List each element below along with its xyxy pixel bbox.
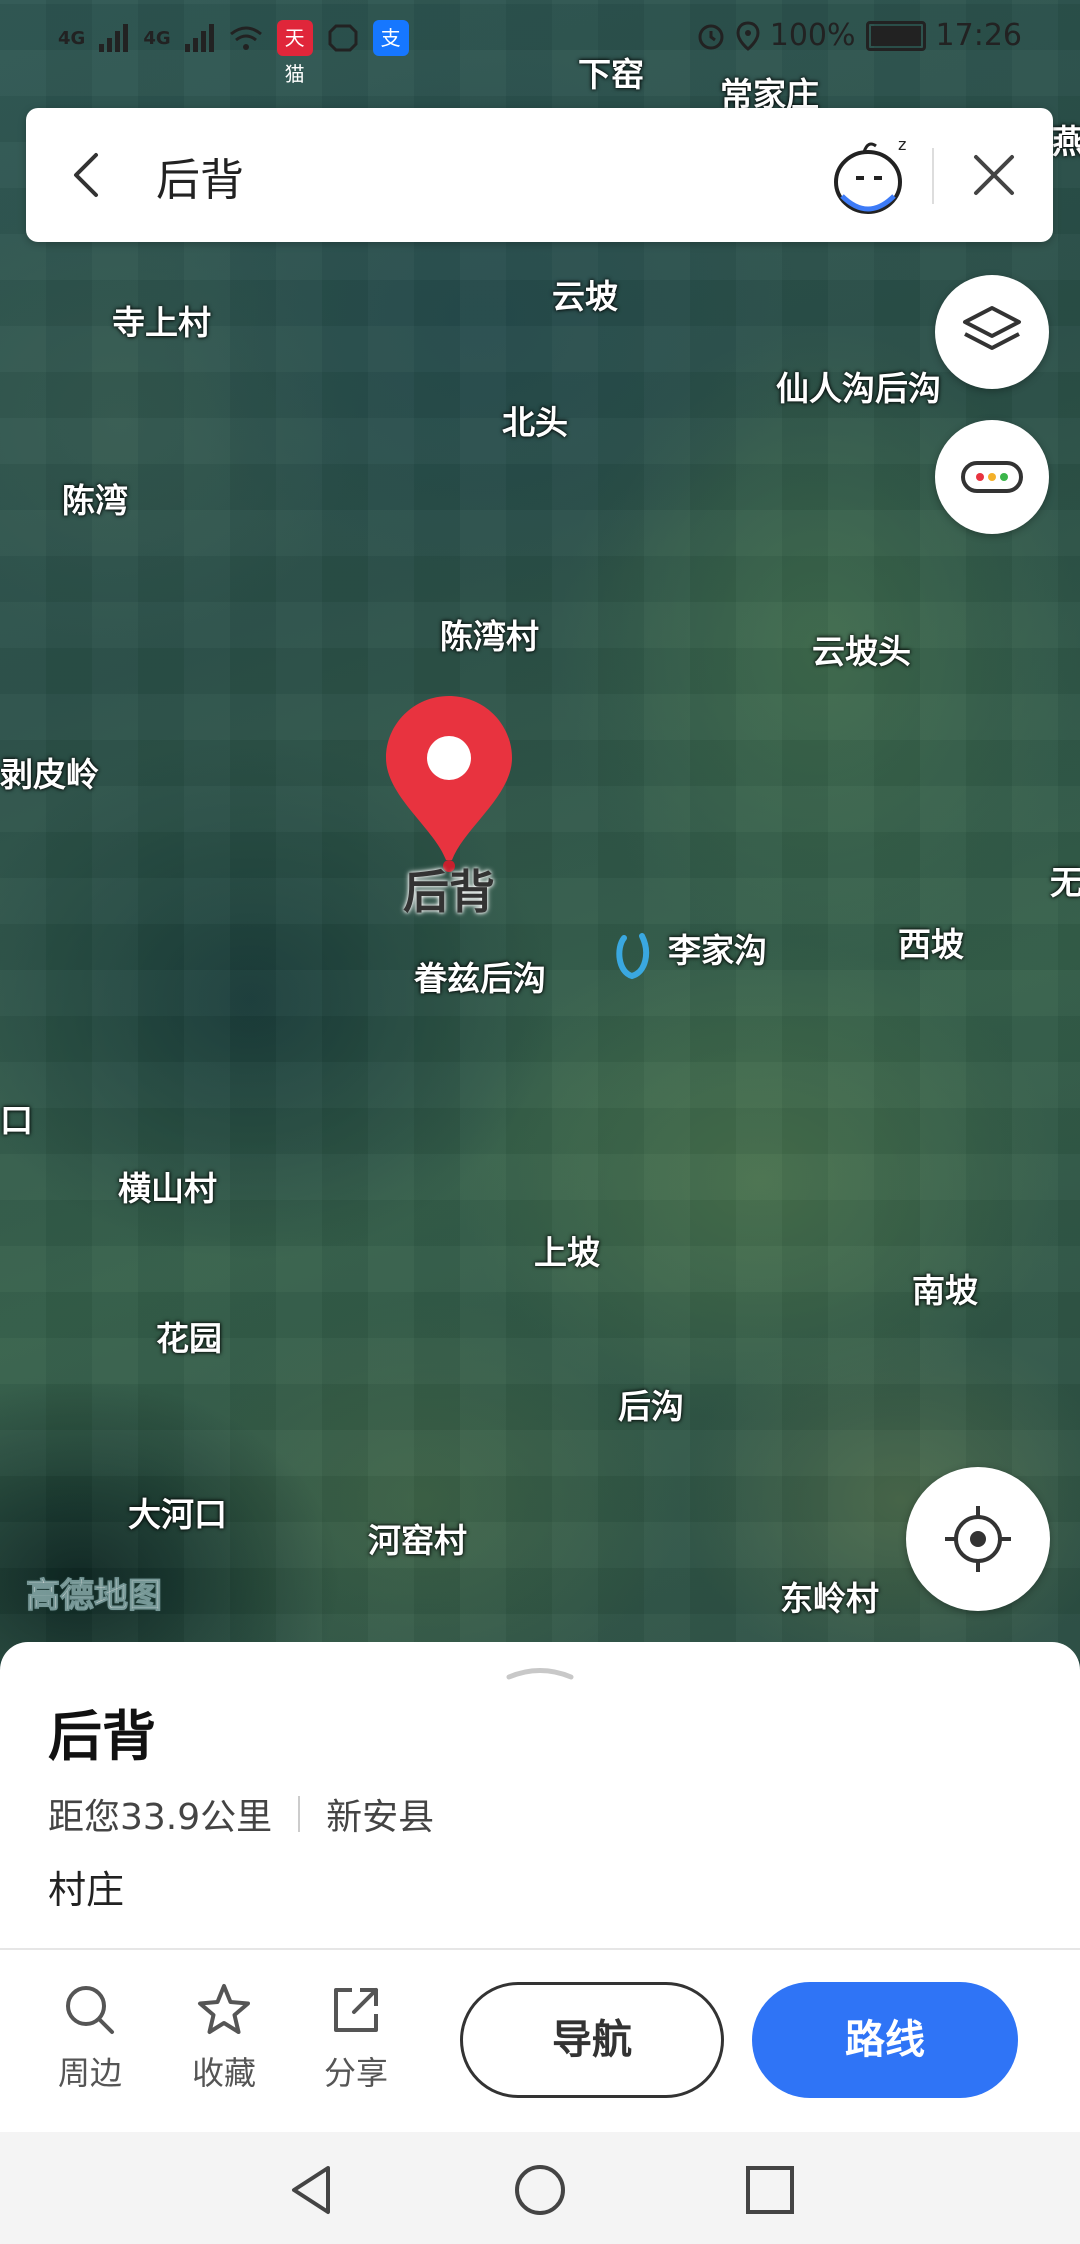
map-place-label[interactable]: 北头	[502, 396, 568, 444]
nav-home-icon[interactable]	[512, 2162, 568, 2218]
back-arrow-icon[interactable]	[56, 143, 120, 207]
route-button[interactable]: 路线	[752, 1982, 1018, 2098]
cell-signal-2: 4G	[143, 27, 171, 49]
map-place-label[interactable]: 横山村	[118, 1162, 217, 1210]
poi-category: 村庄	[48, 1868, 125, 1912]
svg-text:z: z	[898, 135, 906, 154]
navigate-button[interactable]: 导航	[460, 1982, 724, 2098]
drag-handle-icon[interactable]	[505, 1664, 575, 1680]
map-place-label[interactable]: 陈湾	[62, 474, 128, 522]
cell-signal-1: 4G	[58, 27, 86, 49]
close-icon[interactable]	[962, 143, 1026, 207]
traffic-icon	[961, 461, 1023, 493]
map-place-label[interactable]: 西坡	[898, 918, 964, 966]
poi-detail-sheet[interactable]: 后背 距您33.9公里 新安县 村庄 周边 收藏 分享 导航 路线	[0, 1642, 1080, 2132]
alipay-icon: 支	[372, 20, 409, 56]
system-nav-bar	[0, 2132, 1080, 2244]
poi-marker-icon[interactable]	[612, 928, 656, 984]
voice-assistant-icon[interactable]: z	[828, 134, 918, 218]
meta-divider	[298, 1796, 301, 1832]
map-place-label[interactable]: 花园	[156, 1312, 222, 1360]
map-place-label[interactable]: 云坡	[552, 270, 618, 318]
map-place-label[interactable]: 仙人沟后沟	[776, 362, 941, 410]
tmall-icon: 天猫	[276, 20, 313, 86]
map-place-label[interactable]: 云坡头	[812, 625, 911, 673]
favorite-button[interactable]: 收藏	[174, 1982, 274, 2094]
share-button[interactable]: 分享	[306, 1982, 406, 2094]
layers-icon	[963, 306, 1021, 350]
nearby-label: 周边	[57, 2054, 122, 2092]
hand-icon	[328, 24, 358, 52]
locate-me-button[interactable]	[906, 1467, 1050, 1611]
map-place-label[interactable]: 大河口	[128, 1488, 227, 1536]
map-place-label[interactable]: 燕	[1052, 115, 1080, 163]
crosshair-icon	[945, 1506, 1011, 1572]
favorite-label: 收藏	[191, 2054, 256, 2092]
wifi-icon	[229, 26, 262, 50]
search-divider	[932, 148, 934, 204]
nav-recents-icon[interactable]	[742, 2162, 798, 2218]
satellite-map[interactable]: 下窑 常家庄 燕 云坡 寺上村 仙人沟后沟 北头 陈湾 陈湾村 云坡头 剥皮岭 …	[0, 0, 1080, 1660]
poi-county: 新安县	[326, 1797, 435, 1838]
map-place-label[interactable]: 河窑村	[368, 1514, 467, 1562]
location-icon	[736, 20, 760, 51]
map-place-label[interactable]: 陈湾村	[440, 610, 539, 658]
map-place-label[interactable]: 李家沟	[668, 924, 767, 972]
search-icon	[66, 1986, 114, 2034]
nearby-button[interactable]: 周边	[40, 1982, 140, 2094]
map-place-label[interactable]: 剥皮岭	[0, 748, 99, 796]
battery-icon	[865, 20, 926, 51]
map-place-label[interactable]: 眷兹后沟	[414, 952, 546, 1000]
share-icon	[334, 1988, 378, 2032]
poi-title: 后背	[48, 1705, 156, 1768]
sheet-divider	[0, 1948, 1080, 1950]
alarm-icon	[698, 24, 724, 49]
share-label: 分享	[323, 2054, 388, 2092]
map-place-label[interactable]: 东岭村	[780, 1572, 879, 1620]
map-place-label[interactable]: 寺上村	[112, 296, 211, 344]
map-place-label[interactable]: 上坡	[534, 1226, 600, 1274]
map-place-label[interactable]: 后沟	[618, 1380, 684, 1428]
map-place-label[interactable]: 口	[0, 1094, 33, 1142]
location-pin-icon[interactable]	[382, 692, 516, 872]
status-bar: 4G 4G 天猫 支 100% 17:26	[0, 0, 1080, 86]
battery-percent: 100%	[769, 18, 856, 53]
star-icon	[198, 1984, 250, 2034]
search-bar[interactable]: 后背 z	[26, 108, 1053, 242]
map-place-label[interactable]: 南坡	[912, 1264, 978, 1312]
layers-button[interactable]	[935, 275, 1049, 389]
traffic-button[interactable]	[935, 420, 1049, 534]
clock: 17:26	[935, 18, 1022, 53]
map-watermark: 高德地图	[26, 1576, 163, 1617]
poi-meta-row: 距您33.9公里 新安县	[48, 1788, 434, 1840]
signal-bars-icon	[184, 24, 214, 52]
signal-bars-icon	[99, 24, 129, 52]
search-query[interactable]: 后背	[156, 144, 244, 208]
nav-back-icon[interactable]	[284, 2162, 340, 2218]
marker-label: 后背	[403, 865, 495, 919]
map-place-label[interactable]: 无	[1050, 856, 1080, 904]
poi-distance: 距您33.9公里	[48, 1797, 273, 1838]
